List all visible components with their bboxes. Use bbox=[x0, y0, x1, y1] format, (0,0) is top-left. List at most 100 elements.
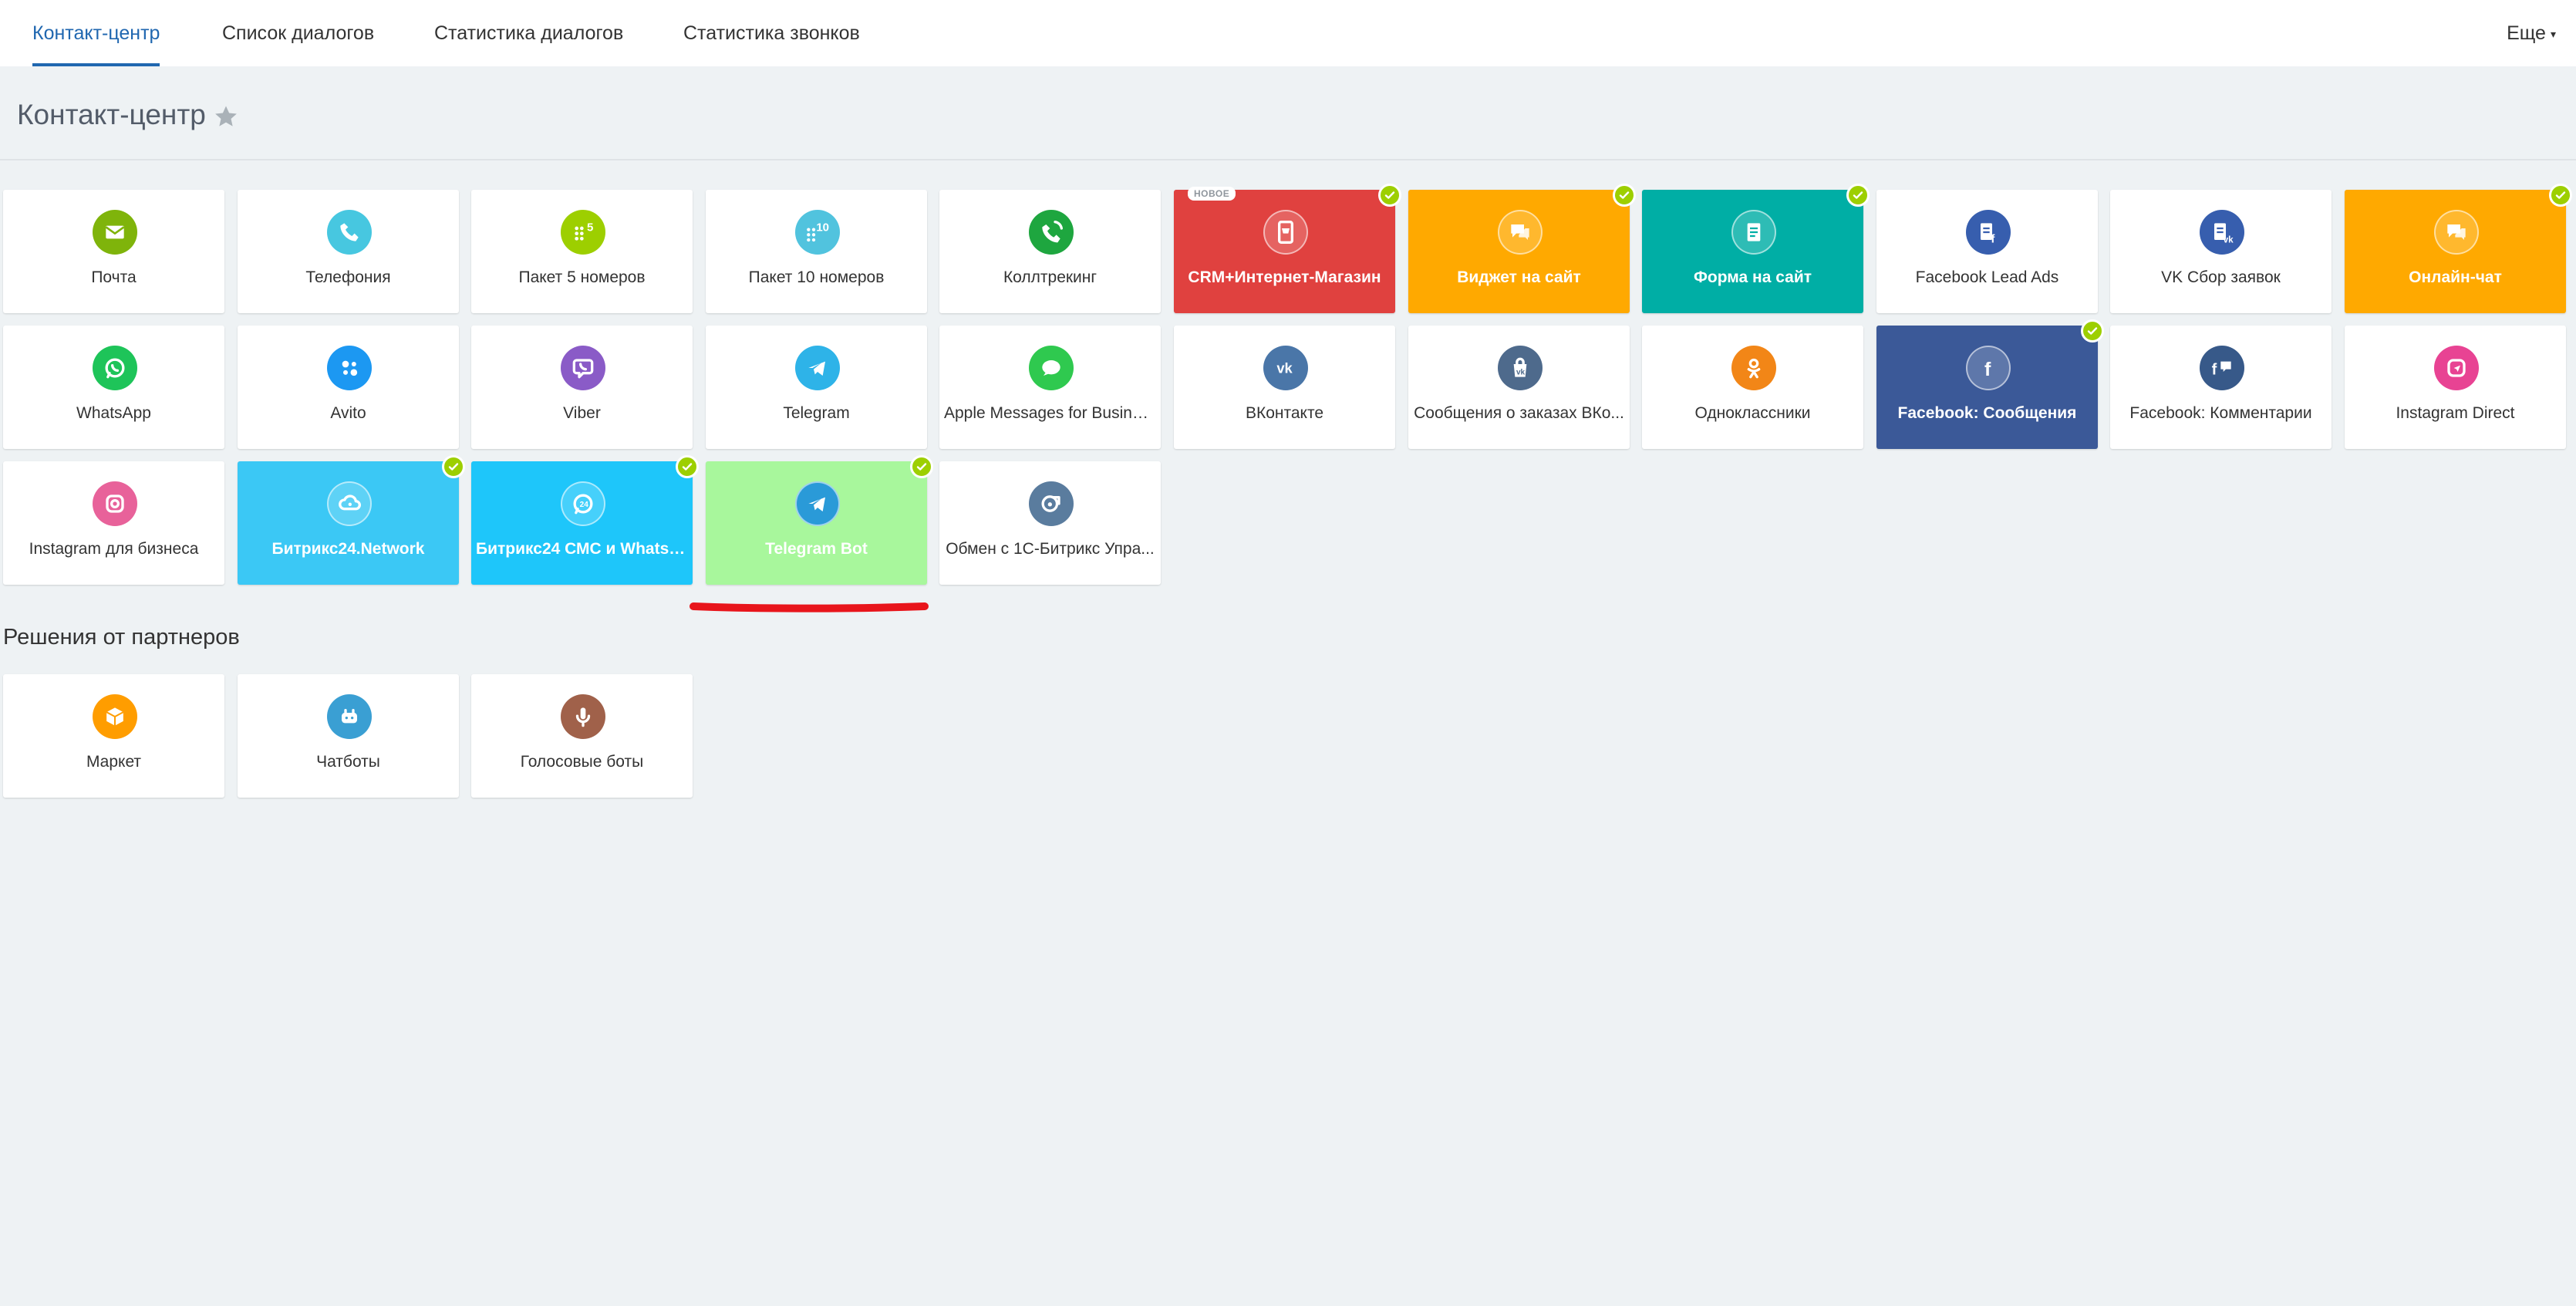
connector-tile-online-chat[interactable]: Онлайн-чат bbox=[2345, 184, 2572, 313]
connector-tile-vk-leads[interactable]: vk VK Сбор заявок bbox=[2110, 190, 2332, 313]
numbers-pack-10-icon: 10 bbox=[795, 210, 840, 255]
tile-label: Facebook: Сообщения bbox=[1897, 404, 2077, 422]
calltracking-icon bbox=[1029, 210, 1074, 255]
connector-tile-phone[interactable]: Телефония bbox=[238, 190, 459, 313]
tile-label: Онлайн-чат bbox=[2409, 268, 2502, 286]
bitrix-network-icon bbox=[327, 481, 372, 526]
tab-dialog-stats[interactable]: Статистика диалогов bbox=[434, 0, 623, 66]
tile-label: Обмен с 1С-Битрикс Упра... bbox=[946, 540, 1155, 558]
tile-label: Сообщения о заказах ВКо... bbox=[1414, 404, 1624, 422]
tile-label: Instagram для бизнеса bbox=[29, 540, 199, 558]
partner-tile-voice-bot[interactable]: Голосовые боты bbox=[471, 674, 693, 798]
tile-label: Facebook: Комментарии bbox=[2129, 404, 2312, 422]
connector-tile-instagram-business[interactable]: Instagram для бизнеса bbox=[3, 461, 224, 585]
connected-check-icon bbox=[1846, 184, 1870, 207]
connected-check-icon bbox=[442, 455, 465, 478]
svg-text:24: 24 bbox=[580, 501, 589, 509]
connector-tile-widget[interactable]: Виджет на сайт bbox=[1408, 184, 1636, 313]
connected-check-icon bbox=[2549, 184, 2572, 207]
market-icon bbox=[93, 694, 137, 739]
connector-tile-odnoklassniki[interactable]: Одноклассники bbox=[1642, 326, 1863, 449]
apple-messages-icon bbox=[1029, 346, 1074, 390]
tab-dialog-list[interactable]: Список диалогов bbox=[222, 0, 374, 66]
connector-tile-form[interactable]: Форма на сайт bbox=[1642, 184, 1870, 313]
tile-label: Почта bbox=[91, 268, 137, 286]
tab-contact-center[interactable]: Контакт-центр bbox=[32, 0, 160, 66]
caret-down-icon: ▾ bbox=[2550, 28, 2556, 41]
widget-icon bbox=[1498, 210, 1543, 255]
tile-label: Facebook Lead Ads bbox=[1915, 268, 2059, 286]
tile-label: Пакет 10 номеров bbox=[748, 268, 885, 286]
voice-bot-icon bbox=[561, 694, 605, 739]
facebook-icon: f bbox=[1966, 346, 2011, 390]
partner-tile-market[interactable]: Маркет bbox=[3, 674, 224, 798]
connector-tile-avito[interactable]: Avito bbox=[238, 326, 459, 449]
connector-tile-apple-messages[interactable]: Apple Messages for Business bbox=[939, 326, 1161, 449]
connector-tile-whatsapp[interactable]: WhatsApp bbox=[3, 326, 224, 449]
connector-tile-telegram-bot[interactable]: Telegram Bot bbox=[706, 455, 933, 585]
connector-tile-instagram-direct[interactable]: Instagram Direct bbox=[2345, 326, 2566, 449]
numbers-pack-5-icon: 5 bbox=[561, 210, 605, 255]
tile-label: Битрикс24 СМС и WhatsApp bbox=[476, 540, 688, 558]
star-icon[interactable] bbox=[213, 103, 239, 130]
connector-tile-bitrix-exchange[interactable]: Обмен с 1С-Битрикс Упра... bbox=[939, 461, 1161, 585]
connector-tile-vk-orders[interactable]: vk Сообщения о заказах ВКо... bbox=[1408, 326, 1630, 449]
mail-icon bbox=[93, 210, 137, 255]
connector-tile-numbers-pack-5[interactable]: 5 Пакет 5 номеров bbox=[471, 190, 693, 313]
svg-text:10: 10 bbox=[816, 221, 829, 234]
svg-text:f: f bbox=[2212, 361, 2217, 378]
connector-tile-bitrix-sms[interactable]: 24 Битрикс24 СМС и WhatsApp bbox=[471, 455, 699, 585]
connector-tile-bitrix-network[interactable]: Битрикс24.Network bbox=[238, 455, 465, 585]
telegram-icon bbox=[795, 346, 840, 390]
connected-check-icon bbox=[1378, 184, 1401, 207]
tile-label: WhatsApp bbox=[76, 404, 151, 422]
tile-label: Виджет на сайт bbox=[1457, 268, 1581, 286]
connector-tile-online-store[interactable]: CRM+Интернет-Магазин НОВОЕ bbox=[1174, 184, 1401, 313]
tile-label: Чатботы bbox=[316, 753, 380, 771]
page-title: Контакт-центр bbox=[17, 99, 206, 130]
partner-tile-chatbot[interactable]: Чатботы bbox=[238, 674, 459, 798]
connector-tile-calltracking[interactable]: Коллтрекинг bbox=[939, 190, 1161, 313]
tile-label: Коллтрекинг bbox=[1003, 268, 1097, 286]
chatbot-icon bbox=[327, 694, 372, 739]
online-chat-icon bbox=[2434, 210, 2479, 255]
tile-label: Битрикс24.Network bbox=[271, 540, 425, 558]
connector-tile-numbers-pack-10[interactable]: 10 Пакет 10 номеров bbox=[706, 190, 927, 313]
title-divider bbox=[0, 159, 2576, 160]
connected-check-icon bbox=[676, 455, 699, 478]
top-navigation: Контакт-центр Список диалогов Статистика… bbox=[0, 0, 2576, 66]
facebook-comments-icon: f bbox=[2200, 346, 2244, 390]
connector-tile-telegram[interactable]: Telegram bbox=[706, 326, 927, 449]
bitrix-sms-icon: 24 bbox=[561, 481, 605, 526]
connector-tile-mail[interactable]: Почта bbox=[3, 190, 224, 313]
red-annotation-underline bbox=[690, 602, 929, 613]
form-icon bbox=[1731, 210, 1776, 255]
tile-label: Форма на сайт bbox=[1693, 268, 1812, 286]
vk-orders-icon: vk bbox=[1498, 346, 1543, 390]
svg-text:f: f bbox=[1984, 359, 1991, 380]
tile-label: Telegram bbox=[783, 404, 850, 422]
vk-icon: vk bbox=[1263, 346, 1308, 390]
more-menu-button[interactable]: Еще ▾ bbox=[2507, 0, 2556, 66]
svg-text:vk: vk bbox=[2224, 235, 2234, 245]
tile-label: Instagram Direct bbox=[2396, 404, 2515, 422]
svg-text:5: 5 bbox=[587, 221, 593, 234]
connected-check-icon bbox=[910, 455, 933, 478]
tile-label: Одноклассники bbox=[1694, 404, 1811, 422]
instagram-business-icon bbox=[93, 481, 137, 526]
more-label: Еще bbox=[2507, 22, 2546, 44]
connected-check-icon bbox=[1613, 184, 1636, 207]
svg-text:f: f bbox=[1991, 232, 1995, 245]
connector-tile-vk[interactable]: vk ВКонтакте bbox=[1174, 326, 1395, 449]
connector-tile-facebook-lead-ads[interactable]: f Facebook Lead Ads bbox=[1876, 190, 2098, 313]
new-badge: НОВОЕ bbox=[1188, 187, 1236, 201]
tile-label: CRM+Интернет-Магазин bbox=[1188, 268, 1381, 286]
connector-tile-viber[interactable]: Viber bbox=[471, 326, 693, 449]
connector-tile-facebook-comments[interactable]: f Facebook: Комментарии bbox=[2110, 326, 2332, 449]
connector-tile-facebook[interactable]: f Facebook: Сообщения bbox=[1876, 319, 2104, 449]
vk-leads-icon: vk bbox=[2200, 210, 2244, 255]
tab-call-stats[interactable]: Статистика звонков bbox=[683, 0, 860, 66]
tile-label: VK Сбор заявок bbox=[2161, 268, 2281, 286]
online-store-icon bbox=[1263, 210, 1308, 255]
facebook-lead-ads-icon: f bbox=[1966, 210, 2011, 255]
